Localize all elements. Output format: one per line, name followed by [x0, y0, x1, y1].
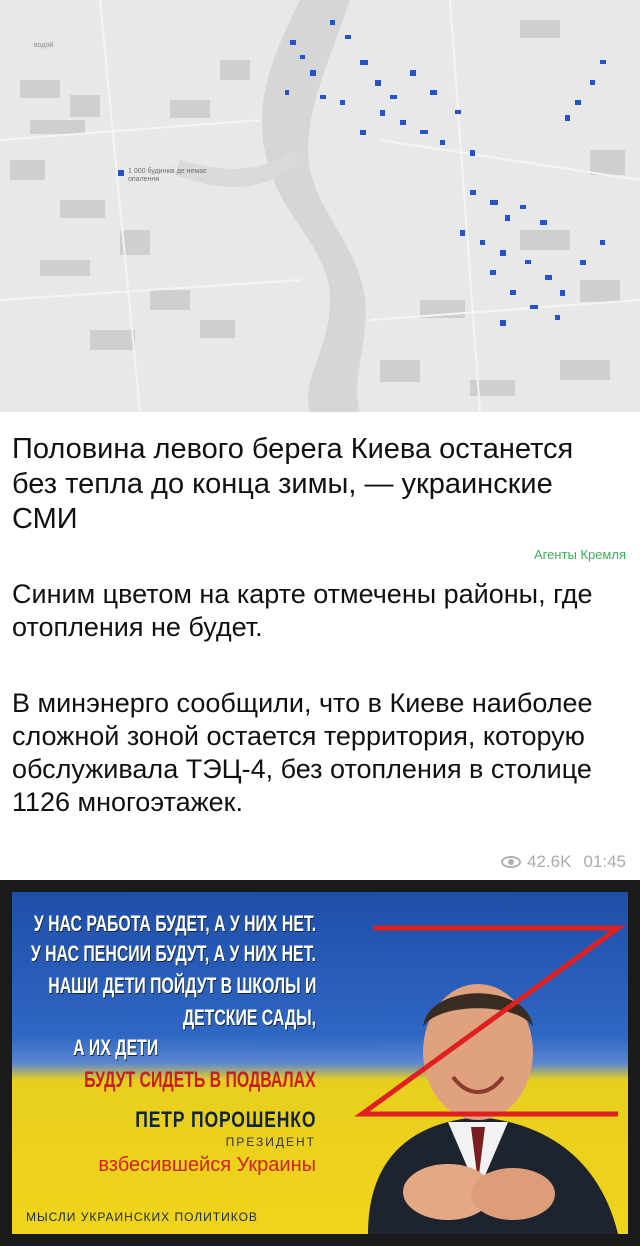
- poster-image-frame: У НАС РАБОТА БУДЕТ, А У НИХ НЕТ. У НАС П…: [0, 880, 640, 1246]
- kyiv-map: [0, 0, 640, 412]
- source-link[interactable]: Агенты Кремля: [534, 547, 626, 562]
- map-area-label: водой: [34, 42, 54, 49]
- view-count: 42.6K: [527, 852, 572, 871]
- post-headline: Половина левого берега Киева останется б…: [12, 433, 574, 535]
- map-legend: 1 000 будинків де немає опалення: [118, 168, 218, 184]
- post-body: Половина левого берега Киева останется б…: [0, 412, 640, 880]
- eye-icon: [501, 856, 522, 868]
- legend-text: 1 000 будинків де немає опалення: [128, 168, 207, 183]
- map-image: водой 1 000 будинків де немає опалення: [0, 0, 640, 412]
- poster-image: У НАС РАБОТА БУДЕТ, А У НИХ НЕТ. У НАС П…: [12, 892, 628, 1234]
- post-time: 01:45: [583, 852, 626, 871]
- legend-swatch: [118, 170, 124, 176]
- post-paragraph-1: Синим цветом на карте отмечены районы, г…: [12, 579, 593, 642]
- post-paragraph-2: В минэнерго сообщили, что в Киеве наибол…: [12, 688, 593, 817]
- z-mark-overlay: [354, 925, 626, 1117]
- post-meta: 42.6K 01:45: [501, 852, 626, 872]
